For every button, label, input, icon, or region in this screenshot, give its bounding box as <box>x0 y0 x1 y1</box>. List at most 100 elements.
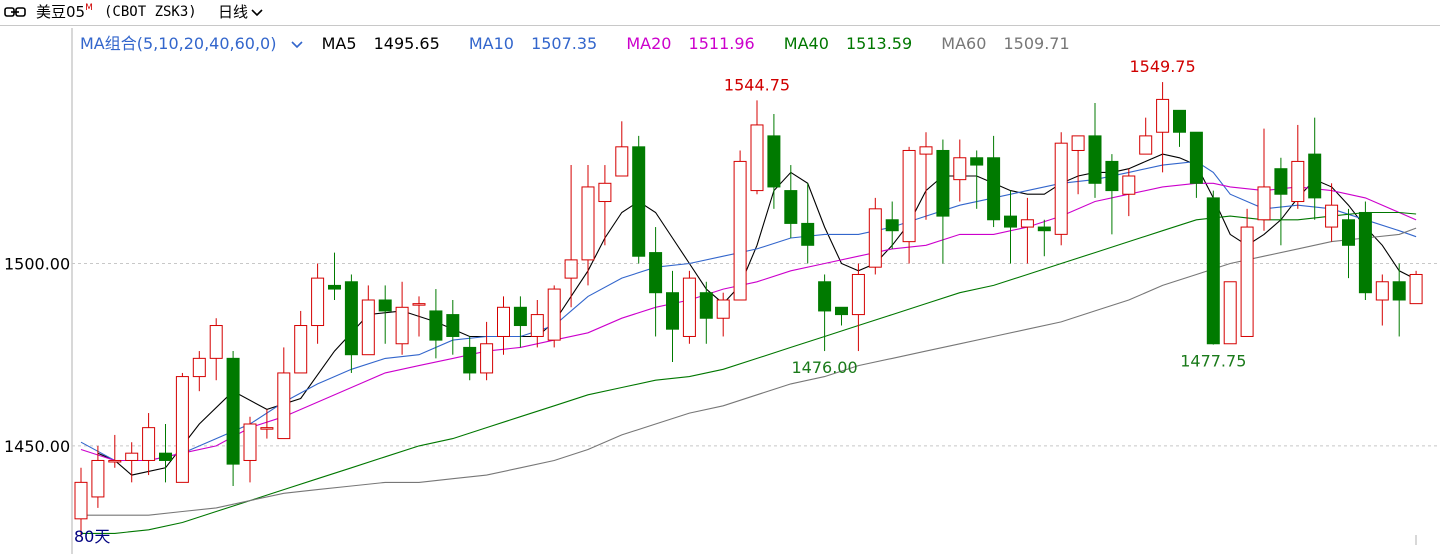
candle-body <box>175 376 189 483</box>
candle <box>446 300 460 355</box>
candle <box>1206 190 1220 345</box>
candle-body <box>1392 281 1406 301</box>
candles-layer <box>74 82 1423 538</box>
candle <box>699 281 713 344</box>
candle-body <box>429 310 443 341</box>
candle-body <box>547 288 561 341</box>
candle <box>970 150 984 209</box>
candle-body <box>142 427 156 461</box>
candle-body <box>649 252 663 294</box>
candle-body <box>260 427 274 430</box>
y-tick-label: 1500.00 <box>4 255 70 274</box>
candle <box>226 351 240 486</box>
candle <box>818 274 832 352</box>
candle-body <box>125 452 139 461</box>
candle-body <box>1409 273 1423 305</box>
candle <box>1274 157 1288 246</box>
candle <box>1392 263 1406 337</box>
candle <box>1308 117 1322 220</box>
candle <box>497 296 510 355</box>
candle <box>192 351 206 392</box>
candle-body <box>328 284 341 290</box>
candle <box>564 165 578 308</box>
candle-body <box>209 325 223 359</box>
candle <box>1223 281 1237 345</box>
candle <box>632 135 646 264</box>
candle-body <box>226 357 240 465</box>
candle <box>784 165 798 238</box>
high-label: 1549.75 <box>1130 57 1196 76</box>
candle <box>1088 103 1102 198</box>
candle <box>615 121 629 177</box>
candle <box>851 263 865 352</box>
candle-body <box>818 281 832 312</box>
candle-body <box>767 135 781 188</box>
candle-body <box>412 303 426 306</box>
candle <box>598 165 612 246</box>
candle <box>868 197 882 275</box>
candle <box>328 252 341 300</box>
candle-body <box>851 273 865 316</box>
candle <box>1409 270 1423 305</box>
candle <box>412 296 426 337</box>
low-label: 1476.00 <box>792 358 858 377</box>
candle-body <box>784 190 798 224</box>
candle <box>581 165 595 286</box>
candle-body <box>1375 281 1389 301</box>
candle <box>1020 197 1034 264</box>
candle <box>209 318 223 381</box>
candle-body <box>1122 175 1136 195</box>
days-label: 80天 <box>74 527 110 546</box>
candle-body <box>1308 153 1322 199</box>
candle-body <box>615 146 629 177</box>
candle <box>513 296 527 348</box>
candle-body <box>1054 142 1068 235</box>
candle-body <box>1291 160 1305 203</box>
candle <box>378 285 392 344</box>
candle <box>1054 132 1068 246</box>
candle-body <box>564 259 578 279</box>
candle <box>1240 208 1254 337</box>
candle-body <box>835 306 848 316</box>
high-label: 1544.75 <box>724 75 790 94</box>
candle-body <box>1257 186 1271 221</box>
candle-body <box>902 149 916 243</box>
candle-body <box>361 299 375 356</box>
candle-body <box>159 452 172 461</box>
candle-body <box>1071 135 1085 151</box>
candle-body <box>446 314 460 337</box>
candlestick-chart[interactable]: 1500.00 1450.00 1544.75 1549.75 1476.00 1477… <box>0 0 1440 555</box>
candle <box>311 263 325 344</box>
candle <box>142 413 156 476</box>
candle-body <box>108 459 122 463</box>
candle-body <box>463 346 477 374</box>
candle <box>1071 135 1085 195</box>
candle-body <box>1004 215 1017 228</box>
candle <box>902 146 916 264</box>
candle <box>175 372 189 483</box>
candle <box>767 114 781 209</box>
candle-body <box>1206 197 1220 345</box>
candle-body <box>1105 160 1119 192</box>
candle-body <box>1173 109 1186 133</box>
candle <box>277 347 291 440</box>
candle-body <box>632 146 646 257</box>
candle <box>1156 82 1170 173</box>
candle-body <box>243 423 257 461</box>
candle <box>1375 274 1389 326</box>
candle <box>1342 208 1355 279</box>
candle-body <box>91 459 105 498</box>
candle-body <box>885 219 899 232</box>
candle-body <box>919 146 933 155</box>
candle-body <box>970 157 984 166</box>
candle <box>666 270 679 362</box>
candle-body <box>733 160 747 301</box>
candle <box>108 434 122 468</box>
low-label: 1477.75 <box>1180 352 1246 371</box>
candle <box>1189 131 1203 198</box>
candle-body <box>311 277 325 327</box>
candle <box>1122 168 1136 217</box>
candle <box>953 139 967 202</box>
candle-body <box>1139 135 1153 155</box>
candle-body <box>530 314 544 337</box>
